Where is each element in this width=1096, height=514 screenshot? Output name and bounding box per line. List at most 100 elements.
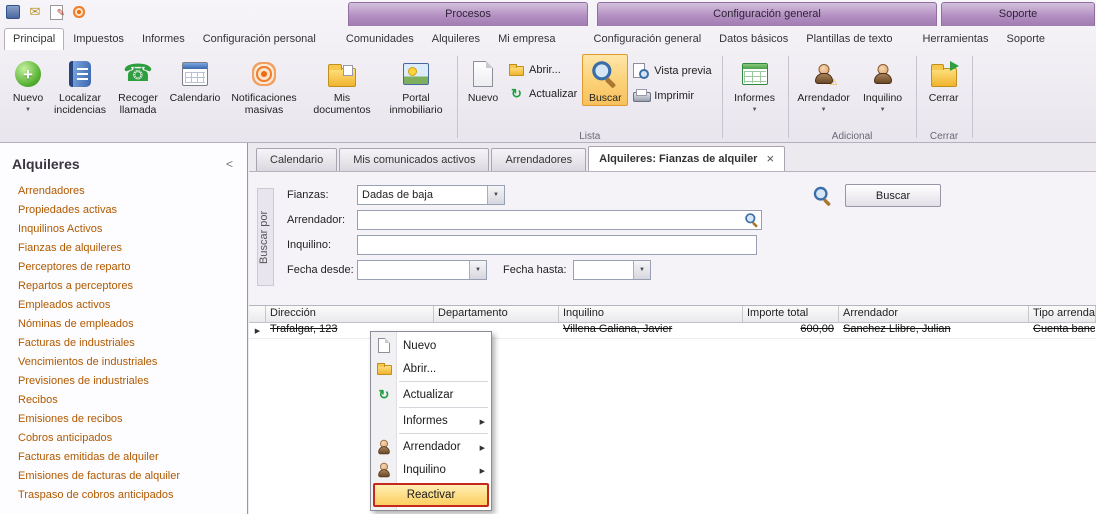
sidebar-item-repartos-a-perceptores[interactable]: Repartos a perceptores — [18, 277, 247, 296]
warning-icon — [830, 77, 838, 87]
dropdown-arrow-icon — [487, 186, 504, 204]
ribbon-group-divider — [722, 56, 723, 138]
context-menu-item-informes[interactable]: Informes — [371, 409, 491, 432]
ribbon-tab-plantillas-de-texto[interactable]: Plantillas de texto — [797, 28, 901, 50]
context-menu-item-actualizar[interactable]: Actualizar — [371, 383, 491, 406]
context-menu-item-abrir[interactable]: Abrir... — [371, 357, 491, 380]
contextual-group-procesos: Procesos — [348, 2, 588, 26]
grid-header-selector — [249, 306, 266, 322]
cerrar-button[interactable]: Cerrar — [921, 54, 967, 106]
cell-arrendador: Sanchez Llibre, Julian — [839, 323, 1029, 338]
sidebar-item-empleados-activos[interactable]: Empleados activos — [18, 296, 247, 315]
ribbon-tab-principal[interactable]: Principal — [4, 28, 64, 50]
inquilino-input[interactable] — [357, 235, 757, 255]
lookup-search-icon[interactable] — [745, 213, 759, 227]
ribbon-tab-datos-basicos[interactable]: Datos básicos — [710, 28, 797, 50]
ribbon-group-divider — [972, 56, 973, 138]
row-selector-icon — [249, 323, 266, 338]
sidebar-item-facturas-de-industriales[interactable]: Facturas de industriales — [18, 334, 247, 353]
context-menu-item-inquilino[interactable]: Inquilino — [371, 458, 491, 481]
document-tab-calendario[interactable]: Calendario — [256, 148, 337, 171]
ribbon-group-lista: Nuevo Abrir... Actualizar Buscar — [460, 52, 720, 142]
fecha-desde-select[interactable] — [357, 260, 487, 280]
document-tab-mis-comunicados-activos[interactable]: Mis comunicados activos — [339, 148, 489, 171]
sidebar-item-emisiones-de-facturas-de-alquiler[interactable]: Emisiones de facturas de alquiler — [18, 467, 247, 486]
portal-inmobiliario-button[interactable]: Portal inmobiliario — [380, 54, 452, 118]
arrendador-input[interactable] — [357, 210, 762, 230]
fecha-hasta-select[interactable] — [573, 260, 651, 280]
mail-icon[interactable] — [27, 4, 43, 20]
sidebar-item-emisiones-de-recibos[interactable]: Emisiones de recibos — [18, 410, 247, 429]
grid-header-direccion[interactable]: Dirección — [266, 306, 434, 322]
document-tab-fianzas-de-alquiler[interactable]: Alquileres: Fianzas de alquiler — [588, 146, 785, 171]
ribbon-tab-configuracion-personal[interactable]: Configuración personal — [194, 28, 325, 50]
ribbon-tab-mi-empresa[interactable]: Mi empresa — [489, 28, 564, 50]
fianzas-select[interactable]: Dadas de baja — [357, 185, 505, 205]
sidebar-item-perceptores-de-reparto[interactable]: Perceptores de reparto — [18, 258, 247, 277]
document-tab-arrendadores[interactable]: Arrendadores — [491, 148, 586, 171]
sidebar-item-facturas-emitidas-de-alquiler[interactable]: Facturas emitidas de alquiler — [18, 448, 247, 467]
sidebar-item-arrendadores[interactable]: Arrendadores — [18, 182, 247, 201]
new-document-icon — [378, 338, 390, 353]
panel-buscar-button[interactable]: Buscar — [845, 184, 941, 207]
ribbon-tab-alquileres[interactable]: Alquileres — [423, 28, 489, 50]
sidebar-item-propiedades-activas[interactable]: Propiedades activas — [18, 201, 247, 220]
arrendador-label: Arrendador — [797, 92, 850, 104]
context-menu-item-nuevo[interactable]: Nuevo — [371, 334, 491, 357]
sidebar-item-previsiones-de-industriales[interactable]: Previsiones de industriales — [18, 372, 247, 391]
nuevo-documento-button[interactable]: Nuevo — [462, 54, 504, 106]
ribbon-tab-soporte[interactable]: Soporte — [998, 28, 1055, 50]
informes-button[interactable]: Informes — [727, 54, 783, 116]
sidebar-item-nominas-de-empleados[interactable]: Nóminas de empleados — [18, 315, 247, 334]
grid-header-departamento[interactable]: Departamento — [434, 306, 559, 322]
sidebar-item-vencimientos-de-industriales[interactable]: Vencimientos de industriales — [18, 353, 247, 372]
inquilino-button[interactable]: Inquilino — [855, 54, 911, 116]
landlord-person-icon — [378, 439, 391, 455]
sidebar-item-fianzas-de-alquileres[interactable]: Fianzas de alquileres — [18, 239, 247, 258]
vista-previa-button[interactable]: Vista previa — [630, 62, 714, 80]
save-icon[interactable] — [5, 4, 21, 20]
mis-documentos-button[interactable]: Mis documentos — [304, 54, 380, 118]
vista-previa-label: Vista previa — [654, 65, 711, 77]
sidebar-collapse-icon[interactable] — [222, 157, 237, 171]
tab-close-icon[interactable] — [766, 152, 774, 166]
report-table-icon — [742, 63, 768, 85]
ribbon-group-divider — [457, 56, 458, 138]
ribbon-tab-comunidades[interactable]: Comunidades — [337, 28, 423, 50]
ribbon-tab-informes[interactable]: Informes — [133, 28, 194, 50]
sidebar-item-traspaso-de-cobros-anticipados[interactable]: Traspaso de cobros anticipados — [18, 486, 247, 505]
menu-separator — [399, 381, 488, 382]
context-menu-item-arrendador[interactable]: Arrendador — [371, 435, 491, 458]
submenu-arrow-icon — [480, 441, 485, 453]
actualizar-button[interactable]: Actualizar — [506, 85, 580, 102]
calendario-button[interactable]: Calendario — [166, 54, 224, 106]
arrendador-button[interactable]: Arrendador — [793, 54, 855, 116]
localizar-incidencias-button[interactable]: Localizar incidencias — [50, 54, 110, 118]
notes-icon[interactable] — [49, 4, 65, 20]
notificaciones-masivas-button[interactable]: Notificaciones masivas — [224, 54, 304, 118]
ribbon-group-divider — [916, 56, 917, 138]
grid-header-inquilino[interactable]: Inquilino — [559, 306, 743, 322]
grid-header-arrendador[interactable]: Arrendador — [839, 306, 1029, 322]
context-menu-item-reactivar[interactable]: Reactivar — [373, 483, 489, 507]
ribbon-group-adicional: Arrendador Inquilino Adicional — [791, 52, 914, 142]
context-menu-label: Informes — [403, 415, 448, 427]
context-menu-label: Actualizar — [403, 389, 454, 401]
grid-header-importe-total[interactable]: Importe total — [743, 306, 839, 322]
close-folder-icon — [931, 68, 957, 87]
documents-folder-icon — [328, 68, 356, 87]
sidebar-item-inquilinos-activos[interactable]: Inquilinos Activos — [18, 220, 247, 239]
abrir-button[interactable]: Abrir... — [506, 62, 580, 77]
open-folder-icon — [509, 66, 524, 76]
grid-header-tipo-arrendamiento[interactable]: Tipo arrenda — [1029, 306, 1096, 322]
broadcast-icon[interactable] — [71, 4, 87, 20]
sidebar-item-cobros-anticipados[interactable]: Cobros anticipados — [18, 429, 247, 448]
sidebar-item-recibos[interactable]: Recibos — [18, 391, 247, 410]
ribbon-tab-configuracion-general[interactable]: Configuración general — [585, 28, 711, 50]
buscar-button[interactable]: Buscar — [582, 54, 628, 106]
imprimir-button[interactable]: Imprimir — [630, 88, 714, 103]
nuevo-button[interactable]: Nuevo — [6, 54, 50, 116]
ribbon-tab-impuestos[interactable]: Impuestos — [64, 28, 133, 50]
recoger-llamada-button[interactable]: Recoger llamada — [110, 54, 166, 118]
ribbon-tab-herramientas[interactable]: Herramientas — [913, 28, 997, 50]
